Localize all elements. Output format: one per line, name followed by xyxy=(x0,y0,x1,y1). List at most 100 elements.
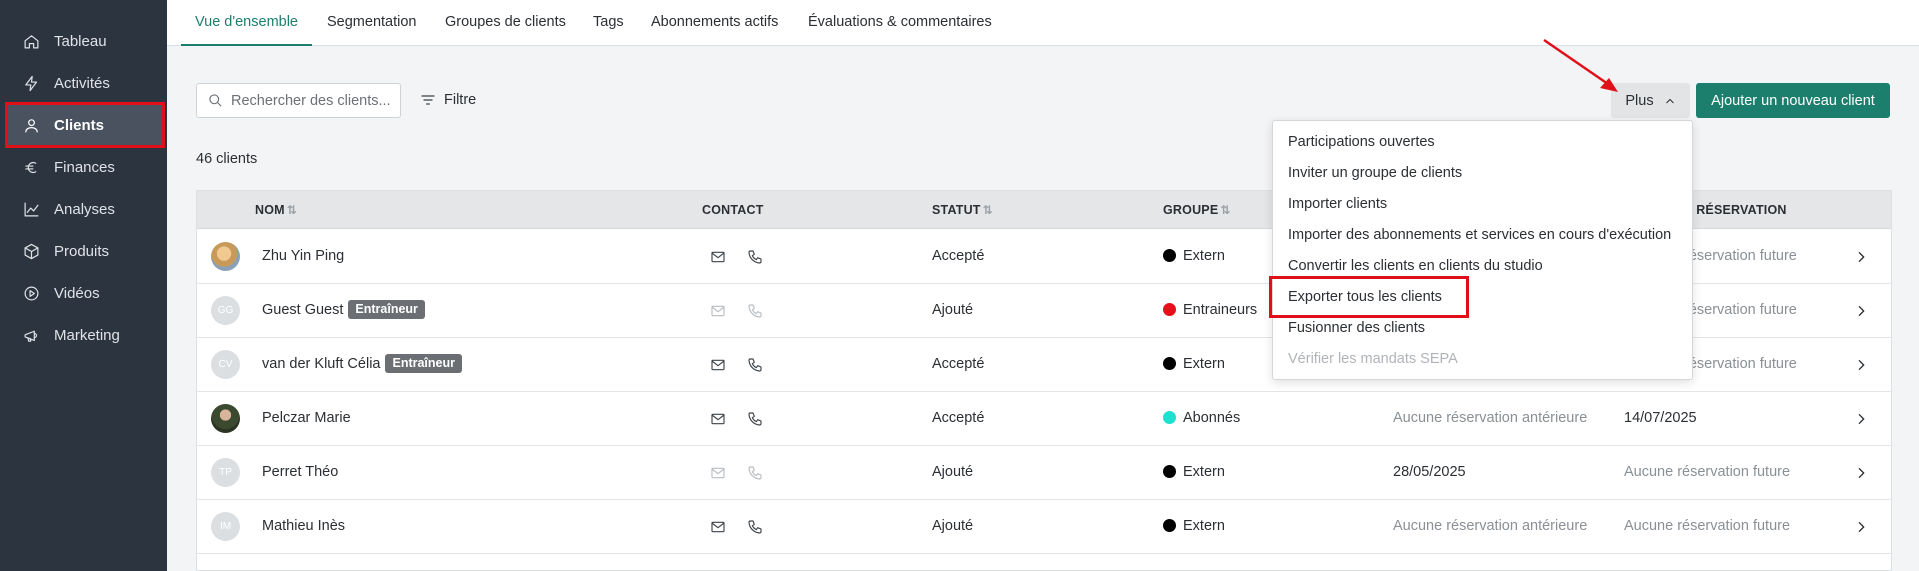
next-booking: 14/07/2025 xyxy=(1624,410,1697,426)
sidebar-item-produits[interactable]: Produits xyxy=(8,231,162,271)
table-row[interactable]: IM Mathieu Inès Ajouté Extern Aucune réserva… xyxy=(197,500,1891,554)
phone-icon xyxy=(747,303,764,319)
search-input[interactable] xyxy=(231,92,391,109)
chevron-right-icon[interactable] xyxy=(1853,357,1869,373)
annotation-arrow xyxy=(1543,38,1618,92)
header-status[interactable]: STATUT ⇅ xyxy=(932,191,993,229)
group-color-dot xyxy=(1163,249,1176,262)
sidebar-item-clients[interactable]: Clients xyxy=(5,102,165,148)
play-circle-icon xyxy=(20,282,42,304)
avatar: TP xyxy=(211,458,240,487)
client-status: Ajouté xyxy=(932,518,974,534)
role-badge: Entraîneur xyxy=(348,300,425,319)
user-icon xyxy=(20,114,42,136)
sort-icon: ⇅ xyxy=(286,203,298,217)
phone-icon[interactable] xyxy=(747,411,764,427)
mail-icon xyxy=(710,303,727,319)
menu-item-importer-abonnements[interactable]: Importer des abonnements et services en … xyxy=(1288,225,1671,245)
avatar: GG xyxy=(211,296,240,325)
sidebar-item-label: Analyses xyxy=(54,200,115,218)
tab-segmentation[interactable]: Segmentation xyxy=(327,0,416,46)
sidebar: Tableau Activités Clients Finances Analy… xyxy=(0,0,167,571)
header-contact: CONTACT xyxy=(702,203,764,217)
megaphone-icon xyxy=(20,324,42,346)
mail-icon[interactable] xyxy=(710,519,727,535)
client-status: Ajouté xyxy=(932,464,974,480)
chart-line-icon xyxy=(20,198,42,220)
add-client-button[interactable]: Ajouter un nouveau client xyxy=(1696,83,1890,118)
phone-icon[interactable] xyxy=(747,357,764,373)
sort-icon: ⇅ xyxy=(1220,203,1231,217)
group-color-dot xyxy=(1163,303,1176,316)
phone-icon[interactable] xyxy=(747,249,764,265)
sidebar-item-analyses[interactable]: Analyses xyxy=(8,189,162,229)
sidebar-item-label: Marketing xyxy=(54,326,120,344)
box-icon xyxy=(20,240,42,262)
avatar xyxy=(211,242,240,271)
chevron-right-icon[interactable] xyxy=(1853,249,1869,265)
sidebar-item-finances[interactable]: Finances xyxy=(8,147,162,187)
sidebar-item-label: Tableau xyxy=(54,32,107,50)
tab-abonnements-actifs[interactable]: Abonnements actifs xyxy=(651,0,778,46)
table-row[interactable]: Pelczar Marie Accepté Abonnés Aucune réserv… xyxy=(197,392,1891,446)
chevron-right-icon[interactable] xyxy=(1853,465,1869,481)
chevron-right-icon[interactable] xyxy=(1853,303,1869,319)
group-color-dot xyxy=(1163,465,1176,478)
sidebar-item-marketing[interactable]: Marketing xyxy=(8,315,162,355)
search-icon xyxy=(209,94,222,107)
sidebar-item-videos[interactable]: Vidéos xyxy=(8,273,162,313)
menu-item-importer-clients[interactable]: Importer clients xyxy=(1288,194,1387,214)
chevron-up-icon xyxy=(1665,98,1674,103)
filter-icon xyxy=(421,95,435,105)
client-name: Perret Théo xyxy=(262,464,339,480)
menu-item-verifier-sepa: Vérifier les mandats SEPA xyxy=(1288,351,1458,367)
header-next-booking: E RÉSERVATION xyxy=(1684,203,1787,217)
header-group[interactable]: GROUPE ⇅ xyxy=(1163,191,1231,229)
phone-icon[interactable] xyxy=(747,519,764,535)
mail-icon[interactable] xyxy=(710,357,727,373)
tab-groupes-clients[interactable]: Groupes de clients xyxy=(445,0,566,46)
menu-item-inviter-groupe[interactable]: Inviter un groupe de clients xyxy=(1288,163,1462,183)
avatar: IM xyxy=(211,512,240,541)
sort-icon: ⇅ xyxy=(982,203,993,217)
filter-button[interactable]: Filtre xyxy=(420,88,476,112)
chevron-right-icon[interactable] xyxy=(1853,411,1869,427)
sidebar-item-activites[interactable]: Activités xyxy=(8,63,162,103)
next-booking: réservation future xyxy=(1684,302,1797,318)
client-group: Extern xyxy=(1163,446,1225,499)
top-tabs: Vue d'ensemble Segmentation Groupes de c… xyxy=(167,0,1919,46)
tab-vue-ensemble[interactable]: Vue d'ensemble xyxy=(181,0,312,46)
client-name: Mathieu Inès xyxy=(262,518,346,534)
role-badge: Entraîneur xyxy=(385,354,462,373)
header-name[interactable]: NOM ⇅ xyxy=(255,191,297,229)
next-booking: Aucune réservation future xyxy=(1624,464,1791,480)
next-booking: réservation future xyxy=(1684,248,1797,264)
last-booking: Aucune réservation antérieure xyxy=(1393,410,1588,426)
menu-item-convertir-clients[interactable]: Convertir les clients en clients du stud… xyxy=(1288,256,1543,276)
sidebar-item-label: Vidéos xyxy=(54,284,100,302)
chevron-right-icon[interactable] xyxy=(1853,519,1869,535)
phone-icon xyxy=(747,465,764,481)
mail-icon[interactable] xyxy=(710,411,727,427)
highlight-box xyxy=(1269,276,1469,318)
menu-item-fusionner-clients[interactable]: Fusionner des clients xyxy=(1288,318,1425,338)
sidebar-item-label: Finances xyxy=(54,158,115,176)
avatar: CV xyxy=(211,350,240,379)
tab-tags[interactable]: Tags xyxy=(593,0,624,46)
client-group: Entraineurs xyxy=(1163,284,1257,337)
filter-label: Filtre xyxy=(444,92,477,108)
avatar xyxy=(211,404,240,433)
sidebar-item-label: Produits xyxy=(54,242,110,260)
client-group: Extern xyxy=(1163,500,1225,553)
client-name: Pelczar Marie xyxy=(262,410,351,426)
sidebar-item-tableau[interactable]: Tableau xyxy=(8,21,162,61)
table-row[interactable]: TP Perret Théo Ajouté Extern 28/05/2025 Aucun… xyxy=(197,446,1891,500)
group-color-dot xyxy=(1163,519,1176,532)
menu-item-participations[interactable]: Participations ouvertes xyxy=(1288,132,1435,152)
client-status: Accepté xyxy=(932,410,985,426)
home-icon xyxy=(20,30,42,52)
group-color-dot xyxy=(1163,357,1176,370)
euro-icon xyxy=(20,156,42,178)
mail-icon[interactable] xyxy=(710,249,727,265)
tab-evaluations[interactable]: Évaluations & commentaires xyxy=(808,0,992,46)
